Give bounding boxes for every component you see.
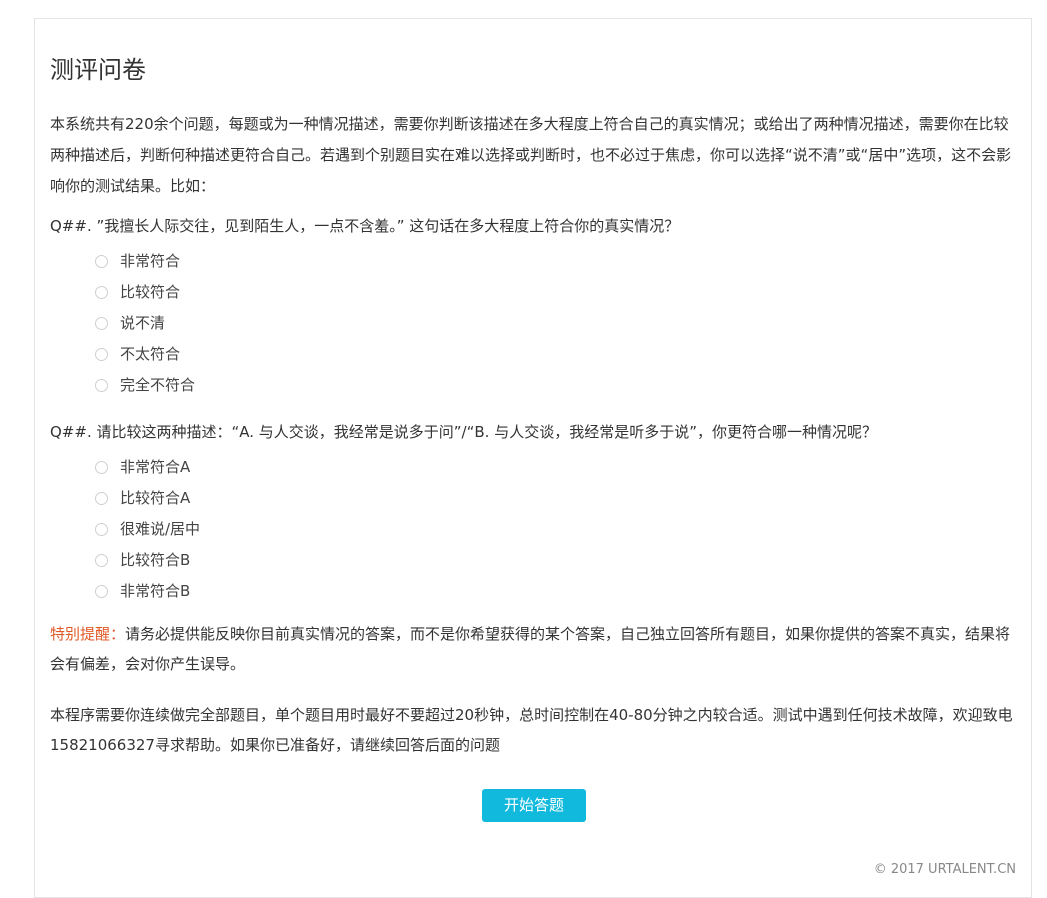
q2-option-label: 很难说/居中: [120, 520, 201, 538]
q2-option-label: 非常符合A: [120, 458, 191, 476]
special-notice: 特别提醒：请务必提供能反映你目前真实情况的答案，而不是你希望获得的某个答案，自己…: [50, 619, 1015, 679]
q1-option[interactable]: 非常符合: [95, 246, 195, 277]
q1-option[interactable]: 不太符合: [95, 339, 195, 370]
q2-option[interactable]: 比较符合A: [95, 483, 200, 514]
radio-circle-icon[interactable]: [95, 255, 108, 268]
questionnaire-panel: 测评问卷 本系统共有220余个问题，每题或为一种情况描述，需要你判断该描述在多大…: [34, 18, 1032, 898]
radio-circle-icon[interactable]: [95, 379, 108, 392]
q2-option[interactable]: 非常符合A: [95, 452, 200, 483]
q2-option-label: 非常符合B: [120, 582, 191, 600]
question-1-options: 非常符合 比较符合 说不清 不太符合 完全不符合: [95, 246, 195, 401]
radio-circle-icon[interactable]: [95, 554, 108, 567]
question-2-options: 非常符合A 比较符合A 很难说/居中 比较符合B 非常符合B: [95, 452, 200, 607]
q1-option-label: 完全不符合: [120, 376, 196, 394]
radio-circle-icon[interactable]: [95, 348, 108, 361]
radio-circle-icon[interactable]: [95, 492, 108, 505]
q1-option-label: 比较符合: [120, 283, 181, 301]
notice-label: 特别提醒：: [50, 625, 126, 643]
q1-option-label: 不太符合: [120, 345, 181, 363]
q1-option[interactable]: 比较符合: [95, 277, 195, 308]
q2-option[interactable]: 非常符合B: [95, 576, 200, 607]
notice-text: 请务必提供能反映你目前真实情况的答案，而不是你希望获得的某个答案，自己独立回答所…: [50, 625, 1011, 673]
q2-option-label: 比较符合B: [120, 551, 191, 569]
copyright-footer: © 2017 URTALENT.CN: [873, 862, 1016, 877]
q1-option[interactable]: 说不清: [95, 308, 195, 339]
question-1-text: Q##. ”我擅长人际交往，见到陌生人，一点不含羞。” 这句话在多大程度上符合你…: [50, 217, 680, 235]
q2-option[interactable]: 比较符合B: [95, 545, 200, 576]
program-instructions: 本程序需要你连续做完全部题目，单个题目用时最好不要超过20秒钟，总时间控制在40…: [50, 706, 1013, 754]
start-answering-button[interactable]: 开始答题: [482, 789, 586, 822]
radio-circle-icon[interactable]: [95, 317, 108, 330]
radio-circle-icon[interactable]: [95, 523, 108, 536]
q2-option-label: 比较符合A: [120, 489, 191, 507]
page-title: 测评问卷: [50, 56, 146, 84]
intro-text: 本系统共有220余个问题，每题或为一种情况描述，需要你判断该描述在多大程度上符合…: [50, 115, 1012, 195]
q1-option-label: 非常符合: [120, 252, 181, 270]
radio-circle-icon[interactable]: [95, 461, 108, 474]
radio-circle-icon[interactable]: [95, 585, 108, 598]
q2-option[interactable]: 很难说/居中: [95, 514, 200, 545]
question-2-text: Q##. 请比较这两种描述：“A. 与人交谈，我经常是说多于问”/“B. 与人交…: [50, 423, 877, 441]
q1-option[interactable]: 完全不符合: [95, 370, 195, 401]
q1-option-label: 说不清: [120, 314, 166, 332]
radio-circle-icon[interactable]: [95, 286, 108, 299]
